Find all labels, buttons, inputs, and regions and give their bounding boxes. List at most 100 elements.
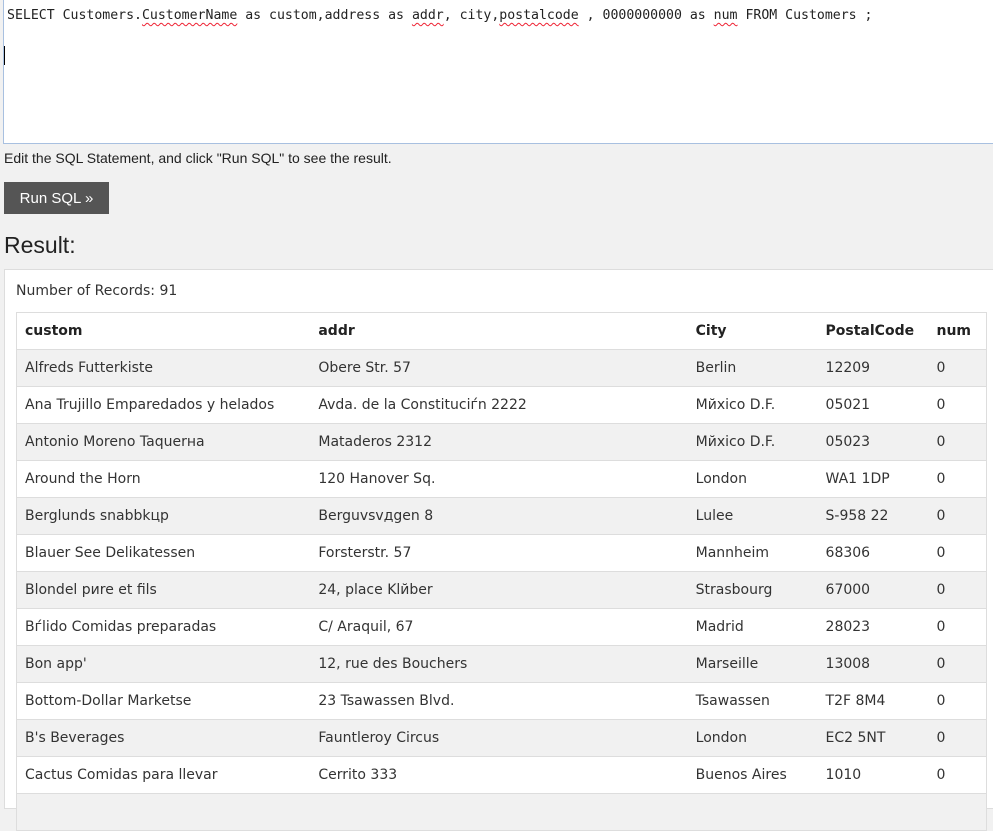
table-cell: Blondel pиre et fils [16,571,311,609]
table-header-row: custom addr City PostalCode num [16,312,987,350]
table-cell [928,793,987,831]
table-cell: C/ Araquil, 67 [310,608,688,646]
text-caret [4,46,5,65]
column-header: City [687,312,818,350]
table-cell: London [687,460,818,498]
run-sql-button[interactable]: Run SQL » [4,182,109,214]
table-cell: 0 [928,608,987,646]
table-cell: Buenos Aires [687,756,818,794]
table-cell: 0 [928,386,987,424]
table-cell: 12209 [817,349,929,387]
column-header: addr [310,312,688,350]
table-cell: Cactus Comidas para llevar [16,756,311,794]
table-cell: Madrid [687,608,818,646]
table-cell: 23 Tsawassen Blvd. [310,682,688,720]
table-row: B's Beverages Fauntleroy Circus London EC2 … [16,719,987,757]
table-cell: Blauer See Delikatessen [16,534,311,572]
table-cell: 68306 [817,534,929,572]
record-count: Number of Records: 91 [16,283,178,299]
table-cell: Mйxico D.F. [687,423,818,461]
table-row: Bon app' 12, rue des Bouchers Marseille 130… [16,645,987,683]
table-cell: Obere Str. 57 [310,349,688,387]
column-header: custom [16,312,311,350]
table-cell: Berguvsvдgen 8 [310,497,688,535]
table-row: Blauer See Delikatessen Forsterstr. 57 Man… [16,534,987,572]
table-cell: Mйxico D.F. [687,386,818,424]
sql-token: SELECT Customers. [7,8,142,23]
table-row [16,793,987,831]
table-cell: 0 [928,756,987,794]
table-cell: Ana Trujillo Emparedados y helados [16,386,311,424]
table-cell: Mataderos 2312 [310,423,688,461]
table-row: Around the Horn 120 Hanover Sq. London WA1 … [16,460,987,498]
table-cell: Berglunds snabbkцp [16,497,311,535]
table-cell: 1010 [817,756,929,794]
sql-token: , city, [443,8,500,23]
result-panel: Number of Records: 91 custom addr City P… [4,269,993,831]
table-cell: 0 [928,534,987,572]
sql-token: FROM Customers ; [737,8,873,23]
table-cell: 0 [928,349,987,387]
table-cell: London [687,719,818,757]
misspelled-token: CustomerName [141,8,238,23]
table-cell: 0 [928,719,987,757]
table-cell [687,793,818,831]
table-cell [817,793,929,831]
table-cell: Avda. de la Constituciѓn 2222 [310,386,688,424]
table-cell: WA1 1DP [817,460,929,498]
table-cell: Fauntleroy Circus [310,719,688,757]
table-cell: 0 [928,460,987,498]
table-cell: 0 [928,682,987,720]
table-cell: 05023 [817,423,929,461]
column-header: num [928,312,987,350]
table-cell: 0 [928,645,987,683]
table-row: Antonio Moreno Taquerнa Mataderos 2312 Mйx… [16,423,987,461]
table-cell: 12, rue des Bouchers [310,645,688,683]
table-cell: Bѓlido Comidas preparadas [16,608,311,646]
misspelled-token: postalcode [499,8,579,23]
table-cell: Bon app' [16,645,311,683]
table-cell: Tsawassen [687,682,818,720]
table-row: Alfreds Futterkiste Obere Str. 57 Berlin 12… [16,349,987,387]
misspelled-token: num [713,8,738,23]
instruction-text: Edit the SQL Statement, and click "Run S… [4,150,392,166]
table-row: Ana Trujillo Emparedados y helados Avda. … [16,386,987,424]
table-cell: EC2 5NT [817,719,929,757]
table-cell: 28023 [817,608,929,646]
misspelled-token: addr [411,8,444,23]
table-cell: T2F 8M4 [817,682,929,720]
table-cell: 120 Hanover Sq. [310,460,688,498]
table-row: Berglunds snabbkцp Berguvsvдgen 8 Luleе S-9… [16,497,987,535]
table-cell: 0 [928,571,987,609]
sql-token: as custom,address as [237,8,412,23]
table-cell: B's Beverages [16,719,311,757]
table-cell: Marseille [687,645,818,683]
table-cell: Luleе [687,497,818,535]
table-cell [310,793,688,831]
table-cell [16,793,311,831]
table-row: Cactus Comidas para llevar Cerrito 333 Bue… [16,756,987,794]
sql-editor[interactable]: SELECT Customers.CustomerName as custom,… [3,0,993,144]
sql-statement-text: SELECT Customers.CustomerName as custom,… [7,8,872,23]
column-header: PostalCode [817,312,929,350]
table-row: Blondel pиre et fils 24, place Klйber Stra… [16,571,987,609]
table-cell: Strasbourg [687,571,818,609]
table-cell: S-958 22 [817,497,929,535]
table-cell: 0 [928,497,987,535]
table-cell: 13008 [817,645,929,683]
table-cell: Forsterstr. 57 [310,534,688,572]
table-cell: Bottom-Dollar Marketse [16,682,311,720]
table-cell: Cerrito 333 [310,756,688,794]
table-cell: Antonio Moreno Taquerнa [16,423,311,461]
table-cell: Mannheim [687,534,818,572]
table-cell: 67000 [817,571,929,609]
result-heading: Result: [4,232,76,258]
table-cell: 05021 [817,386,929,424]
table-cell: 24, place Klйber [310,571,688,609]
table-cell: Berlin [687,349,818,387]
table-cell: Around the Horn [16,460,311,498]
table-row: Bottom-Dollar Marketse 23 Tsawassen Blvd.… [16,682,987,720]
table-cell: 0 [928,423,987,461]
result-table: custom addr City PostalCode num Alfreds … [16,312,987,831]
table-cell: Alfreds Futterkiste [16,349,311,387]
